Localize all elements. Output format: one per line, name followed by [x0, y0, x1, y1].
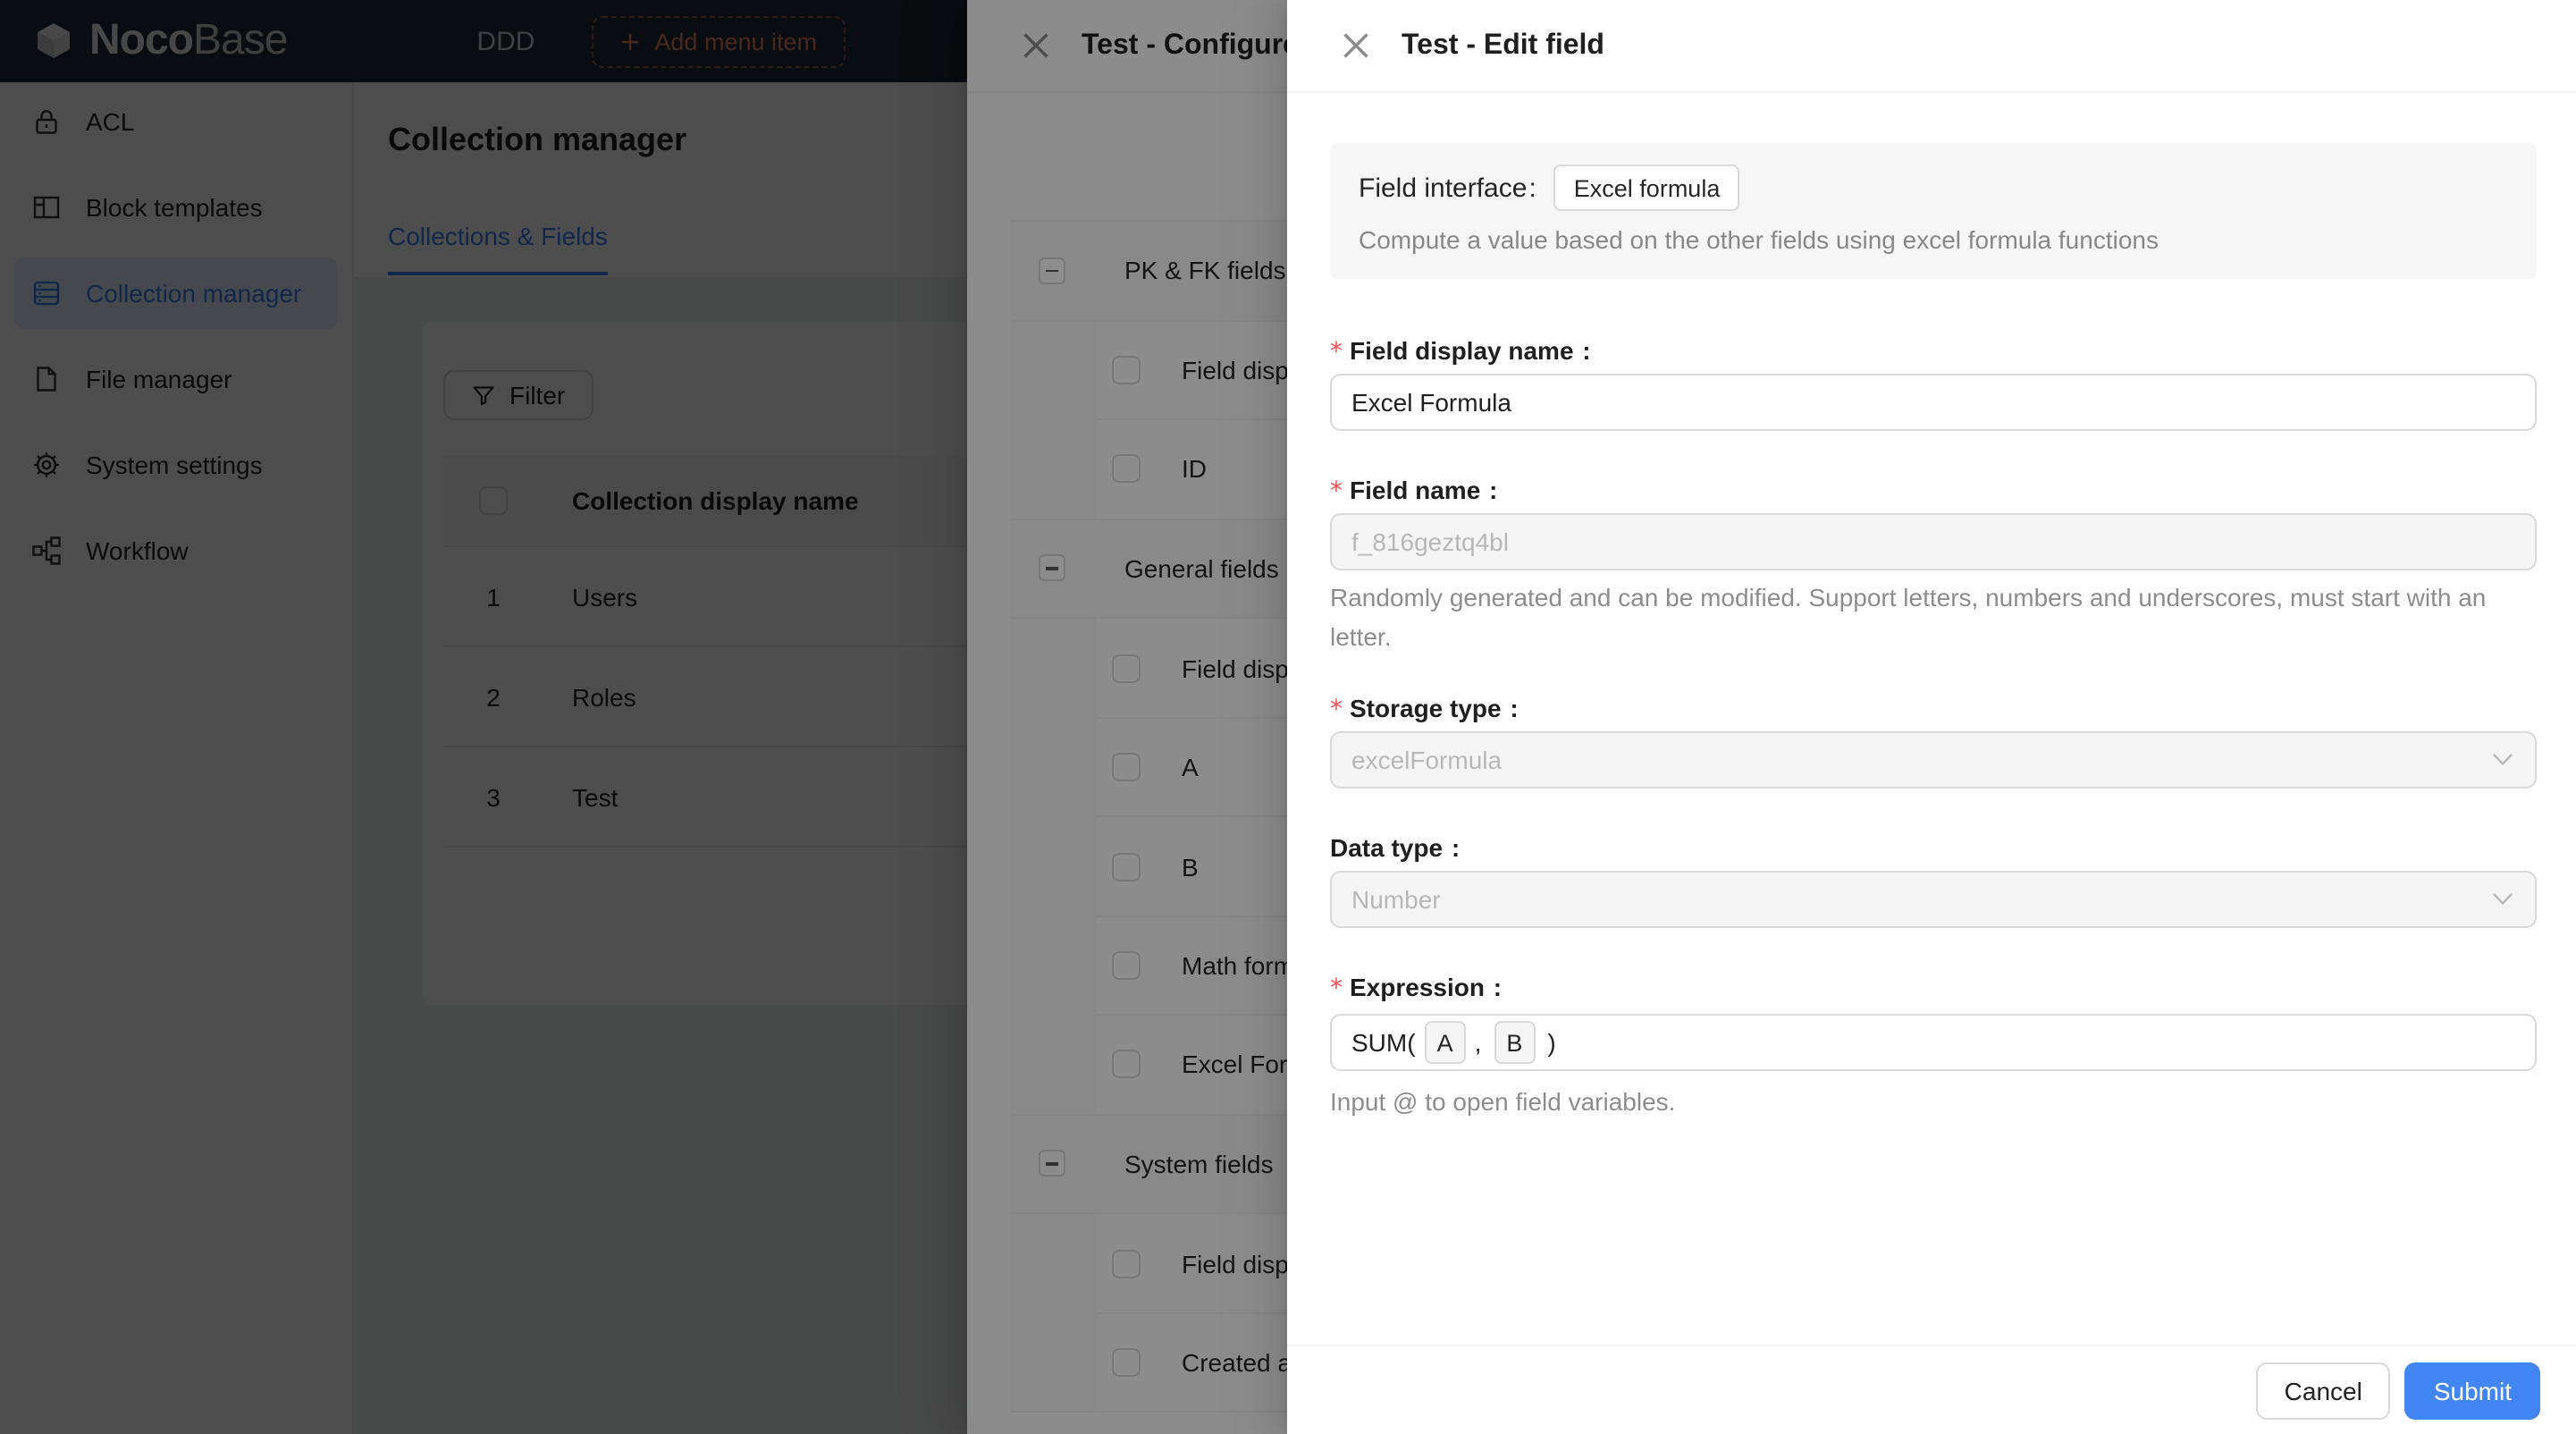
field-name-help: Randomly generated and can be modified. … [1330, 578, 2537, 656]
data-type-select: Number [1330, 871, 2537, 928]
app-root: NocoBase DDD Add menu item ACL B [0, 0, 2576, 1434]
expression-input[interactable]: SUM( A , B ) [1330, 1014, 2537, 1071]
expression-label: Expression [1330, 967, 1502, 1007]
field-name-input: f_816geztq4bl [1330, 513, 2537, 570]
chevron-down-icon [2492, 892, 2513, 907]
field-variable-chip-b[interactable]: B [1494, 1021, 1535, 1064]
drawer-footer: Cancel Submit [1287, 1345, 2576, 1434]
edit-field-drawer: Test - Edit field Field interface Excel … [1287, 0, 2576, 1434]
field-interface-box: Field interface Excel formula Compute a … [1330, 143, 2537, 279]
cancel-button[interactable]: Cancel [2256, 1362, 2391, 1419]
data-type-label: Data type [1330, 828, 1460, 867]
chevron-down-icon [2492, 753, 2513, 767]
field-display-name-input[interactable]: Excel Formula [1330, 374, 2537, 431]
storage-type-label: Storage type [1330, 688, 1519, 728]
drawer-title: Test - Edit field [1402, 30, 1604, 62]
field-interface-tag: Excel formula [1554, 164, 1740, 211]
field-variable-chip-a[interactable]: A [1425, 1021, 1466, 1064]
drawer-header: Test - Edit field [1287, 0, 2576, 93]
expression-prefix: SUM( [1351, 1028, 1416, 1057]
field-name-label: Field name [1330, 470, 1497, 510]
expression-comma: , [1475, 1028, 1482, 1057]
expression-help: Input @ to open field variables. [1330, 1082, 2537, 1121]
field-interface-description: Compute a value based on the other field… [1359, 225, 2508, 254]
field-display-name-label: Field display name [1330, 331, 1591, 370]
storage-type-select: excelFormula [1330, 731, 2537, 789]
close-icon[interactable] [1343, 31, 1371, 60]
submit-button[interactable]: Submit [2405, 1362, 2540, 1419]
expression-suffix: ) [1547, 1028, 1555, 1057]
field-interface-label: Field interface [1359, 173, 1540, 203]
